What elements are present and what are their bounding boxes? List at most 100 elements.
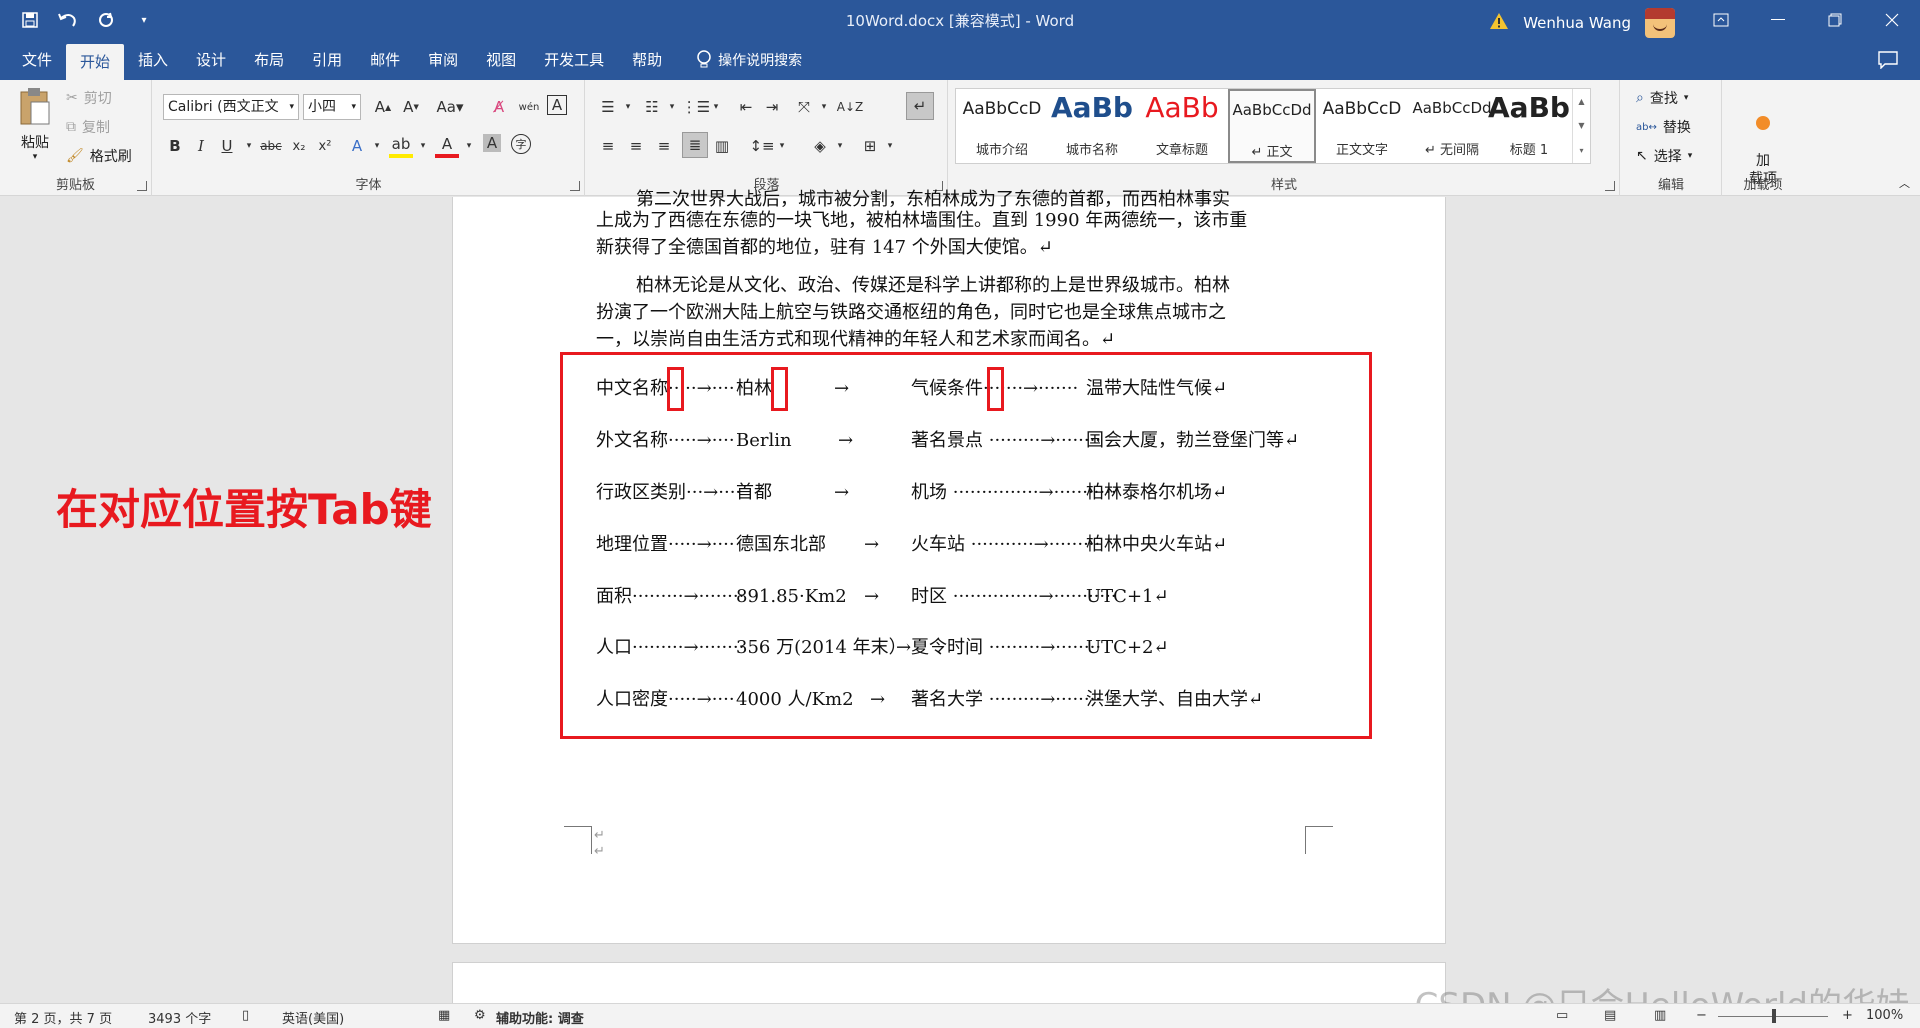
styles-launcher-icon[interactable] <box>1605 181 1615 191</box>
find-dropdown-icon[interactable]: ▾ <box>1684 93 1689 103</box>
paragraph-line[interactable]: 扮演了一个欧洲大陆上航空与铁路交通枢纽的角色，同时它也是全球焦点城市之 <box>596 299 1306 326</box>
superscript-icon[interactable]: x² <box>313 134 337 158</box>
find-button[interactable]: ⌕ 查找 ▾ <box>1636 88 1688 108</box>
shrink-font-icon[interactable]: A ▼ <box>399 95 423 119</box>
chevron-up-icon[interactable]: ▲ <box>1578 97 1584 106</box>
style-heading-1[interactable]: AaBb 标题 1 <box>1486 89 1572 163</box>
underline-icon[interactable]: U <box>215 134 239 158</box>
character-shading-icon[interactable]: A <box>483 134 501 152</box>
print-layout-icon[interactable]: ▤ <box>1604 1008 1616 1023</box>
phonetic-guide-icon[interactable]: wén <box>517 95 541 119</box>
tab-developer[interactable]: 开发工具 <box>530 42 618 78</box>
tell-me-search[interactable]: 操作说明搜索 <box>676 50 802 70</box>
page-indicator[interactable]: 第 2 页，共 7 页 <box>14 1008 112 1027</box>
cut-button[interactable]: ✂ 剪切 <box>66 88 112 108</box>
font-color-icon[interactable]: A <box>435 134 459 158</box>
borders-dropdown-icon[interactable]: ▾ <box>878 134 902 158</box>
user-name[interactable]: Wenhua Wang <box>1523 14 1631 32</box>
minimize-icon[interactable] <box>1749 0 1806 40</box>
accessibility-status[interactable]: 辅助功能: 调查 <box>496 1008 584 1027</box>
styles-scroll[interactable]: ▲ ▼ ▾ <box>1572 89 1590 163</box>
tab-layout[interactable]: 布局 <box>240 42 298 78</box>
align-right-icon[interactable]: ≡ <box>652 134 676 158</box>
tab-home[interactable]: 开始 <box>66 44 125 80</box>
align-center-icon[interactable]: ≡ <box>624 134 648 158</box>
character-border-icon[interactable]: A <box>547 95 567 115</box>
restore-icon[interactable] <box>1806 0 1863 40</box>
tab-insert[interactable]: 插入 <box>124 42 182 78</box>
language[interactable]: 英语(美国) <box>282 1008 344 1027</box>
web-layout-icon[interactable]: ▥ <box>1654 1008 1666 1023</box>
zoom-in-icon[interactable]: + <box>1842 1008 1853 1023</box>
copy-button[interactable]: ⧉ 复制 <box>66 117 110 137</box>
text-effects-dropdown-icon[interactable]: ▾ <box>365 134 389 158</box>
proofing-icon[interactable]: ▯ <box>242 1008 249 1023</box>
bold-icon[interactable]: B <box>163 134 187 158</box>
paragraph-line[interactable]: 一，以崇尚自由生活方式和现代精神的年轻人和艺术家而闻名。↵ <box>596 326 1306 353</box>
zoom-level[interactable]: 100% <box>1866 1008 1903 1023</box>
font-launcher-icon[interactable] <box>570 181 580 191</box>
next-page[interactable] <box>453 963 1445 1003</box>
font-color-dropdown-icon[interactable]: ▾ <box>457 134 481 158</box>
change-case-icon[interactable]: Aa▾ <box>433 95 467 119</box>
strikethrough-icon[interactable]: abc <box>259 134 283 158</box>
tab-review[interactable]: 审阅 <box>414 42 472 78</box>
chinese-layout-dropdown-icon[interactable]: ▾ <box>812 95 836 119</box>
zoom-slider-handle[interactable] <box>1772 1009 1776 1023</box>
format-painter-button[interactable]: 🖌 格式刷 <box>66 146 132 166</box>
clipboard-launcher-icon[interactable] <box>137 181 147 191</box>
paste-dropdown-icon[interactable]: ▾ <box>14 152 56 162</box>
clear-formatting-icon[interactable]: A̸ <box>487 95 511 119</box>
paragraph-line[interactable]: 新获得了全德国首都的地位，驻有 147 个外国大使馆。↵ <box>596 234 1306 261</box>
paragraph-line[interactable]: 上成为了西德在东德的一块飞地，被柏林墙围住。直到 1990 年两德统一，该市重 <box>596 207 1306 234</box>
accessibility-icon[interactable]: ⚙ <box>474 1008 486 1023</box>
show-formatting-marks-icon[interactable]: ↵ <box>906 92 934 120</box>
justify-icon[interactable]: ≣ <box>682 132 708 158</box>
font-name-dropdown-icon[interactable]: ▾ <box>289 95 294 119</box>
align-left-icon[interactable]: ≡ <box>596 134 620 158</box>
subscript-icon[interactable]: x₂ <box>287 134 311 158</box>
tab-references[interactable]: 引用 <box>298 42 356 78</box>
distributed-icon[interactable]: ▥ <box>710 134 734 158</box>
shading-dropdown-icon[interactable]: ▾ <box>828 134 852 158</box>
style-city-intro[interactable]: AaBbCcD 城市介绍 <box>958 89 1046 163</box>
collapse-ribbon-icon[interactable]: ︿ <box>1899 175 1910 191</box>
tab-mailings[interactable]: 邮件 <box>356 42 414 78</box>
select-button[interactable]: ↖ 选择 ▾ <box>1636 146 1692 166</box>
numbering-dropdown-icon[interactable]: ▾ <box>660 95 684 119</box>
paragraph-line[interactable]: 柏林无论是从文化、政治、传媒还是科学上讲都称的上是世界级城市。柏林 <box>596 272 1306 299</box>
paste-button[interactable]: 粘贴 ▾ <box>14 86 56 162</box>
enclose-characters-icon[interactable]: 字 <box>511 134 531 154</box>
style-normal[interactable]: AaBbCcDd ↵ 正文 <box>1228 89 1316 163</box>
read-mode-icon[interactable]: ▭ <box>1556 1008 1568 1023</box>
sort-icon[interactable]: A↓Z <box>837 95 863 119</box>
ribbon-display-icon[interactable] <box>1692 0 1749 40</box>
font-size-field[interactable]: 小四 ▾ <box>303 94 361 120</box>
more-styles-icon[interactable]: ▾ <box>1579 146 1583 155</box>
zoom-out-icon[interactable]: − <box>1696 1008 1707 1023</box>
select-dropdown-icon[interactable]: ▾ <box>1688 151 1693 161</box>
comments-icon[interactable] <box>1878 51 1898 73</box>
bullets-dropdown-icon[interactable]: ▾ <box>616 95 640 119</box>
font-size-dropdown-icon[interactable]: ▾ <box>351 95 356 119</box>
tab-help[interactable]: 帮助 <box>618 42 676 78</box>
style-city-name[interactable]: AaBb 城市名称 <box>1048 89 1136 163</box>
underline-dropdown-icon[interactable]: ▾ <box>237 134 261 158</box>
word-count[interactable]: 3493 个字 <box>148 1008 211 1027</box>
italic-icon[interactable]: I <box>189 134 213 158</box>
input-mode-icon[interactable]: ▦ <box>438 1008 450 1023</box>
increase-indent-icon[interactable]: ⇥ <box>760 95 784 119</box>
tab-file[interactable]: 文件 <box>8 42 66 78</box>
style-body-text[interactable]: AaBbCcD 正文文字 <box>1318 89 1406 163</box>
warning-icon[interactable] <box>1489 12 1509 34</box>
highlight-dropdown-icon[interactable]: ▾ <box>411 134 435 158</box>
close-icon[interactable] <box>1863 0 1920 40</box>
tab-design[interactable]: 设计 <box>182 42 240 78</box>
font-name-field[interactable]: Calibri (西文正文 ▾ <box>163 94 299 120</box>
grow-font-icon[interactable]: A ▲ <box>371 95 395 119</box>
highlight-icon[interactable]: ab <box>389 134 413 158</box>
tab-view[interactable]: 视图 <box>472 42 530 78</box>
style-article-title[interactable]: AaBb 文章标题 <box>1138 89 1226 163</box>
replace-button[interactable]: ab↔ 替换 <box>1636 117 1691 137</box>
avatar[interactable] <box>1645 8 1675 38</box>
